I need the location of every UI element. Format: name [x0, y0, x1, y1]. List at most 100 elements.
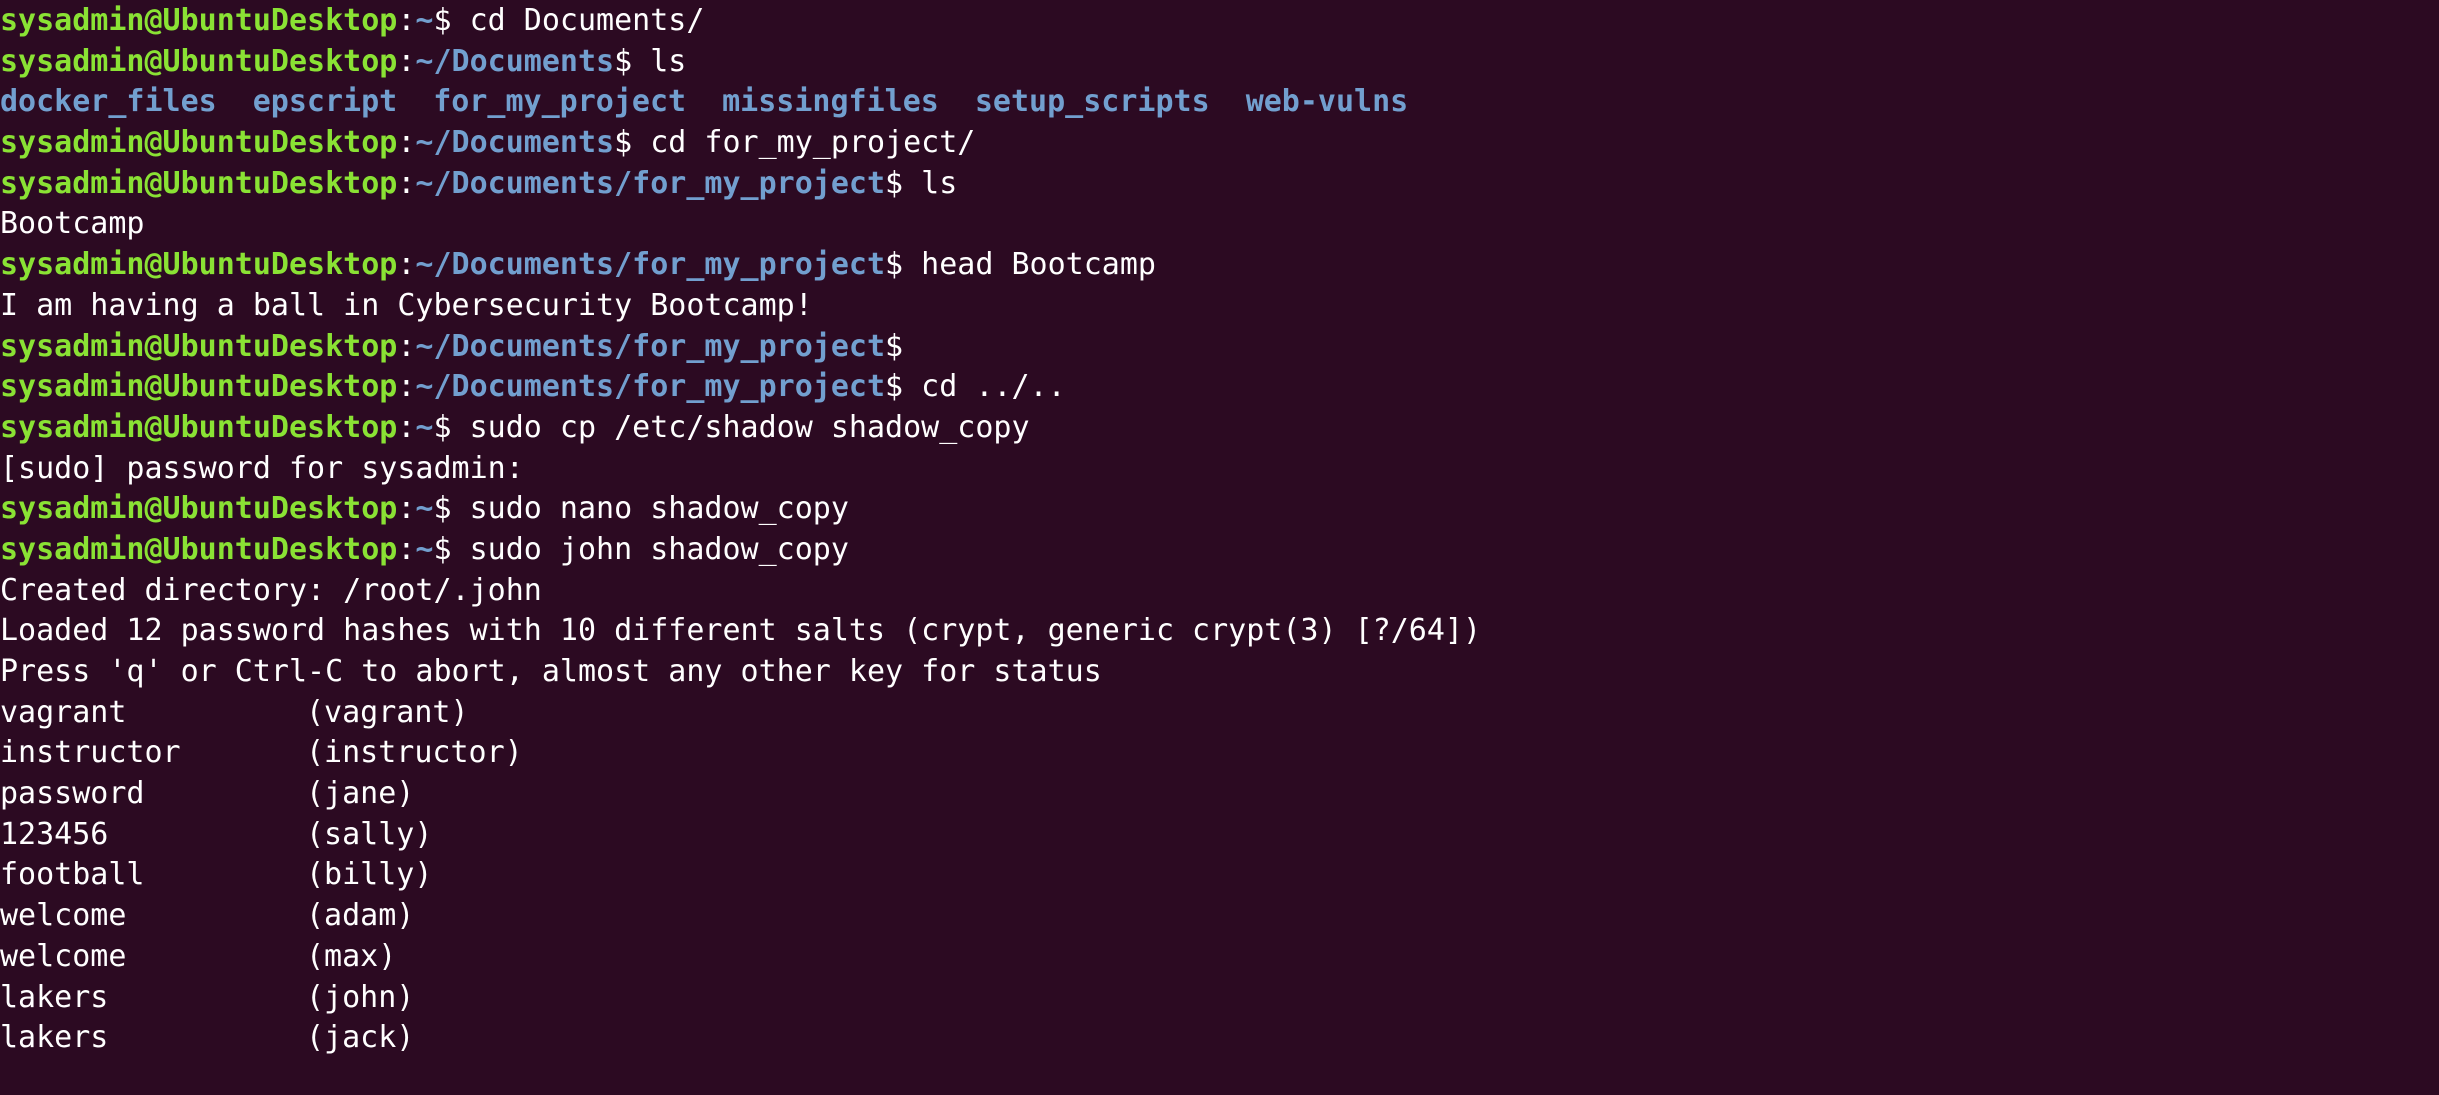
prompt-dollar: $	[433, 491, 452, 527]
output-line: Press 'q' or Ctrl-C to abort, almost any…	[0, 652, 2439, 693]
prompt-user: sysadmin@UbuntuDesktop	[0, 491, 398, 527]
output-text: Bootcamp	[0, 206, 145, 242]
command-text: ls	[903, 165, 958, 201]
prompt-dollar: $	[433, 531, 452, 567]
directory-entry: missingfiles	[722, 84, 939, 120]
prompt-colon: :	[397, 3, 416, 38]
terminal-window[interactable]: sysadmin@UbuntuDesktop:~$ cd Documents/s…	[0, 0, 2439, 1095]
cracked-user: (adam)	[306, 898, 415, 934]
prompt-path: ~/Documents/for_my_project	[415, 328, 886, 364]
prompt-colon: :	[397, 328, 416, 364]
cracked-password: welcome	[0, 938, 127, 974]
prompt-path: ~	[415, 409, 434, 445]
prompt-dollar: $	[885, 165, 904, 201]
cracked-user: (jane)	[306, 776, 415, 812]
prompt-line: sysadmin@UbuntuDesktop:~/Documents$ ls	[0, 42, 2439, 83]
prompt-line: sysadmin@UbuntuDesktop:~/Documents/for_m…	[0, 327, 2439, 368]
output-text: [sudo] password for sysadmin:	[0, 450, 524, 486]
output-line: Created directory: /root/.john	[0, 571, 2439, 612]
prompt-line: sysadmin@UbuntuDesktop:~$ sudo nano shad…	[0, 489, 2439, 530]
command-text: sudo cp /etc/shadow shadow_copy	[451, 409, 1030, 445]
cracked-password-line: vagrant (vagrant)	[0, 693, 2439, 734]
cracked-password-line: football (billy)	[0, 855, 2439, 896]
prompt-line: sysadmin@UbuntuDesktop:~$ sudo john shad…	[0, 530, 2439, 571]
prompt-line: sysadmin@UbuntuDesktop:~/Documents$ cd f…	[0, 123, 2439, 164]
output-line: Loaded 12 password hashes with 10 differ…	[0, 611, 2439, 652]
command-text: sudo nano shadow_copy	[451, 491, 849, 527]
cracked-password: password	[0, 776, 145, 812]
prompt-path: ~/Documents/for_my_project	[415, 165, 886, 201]
prompt-line: sysadmin@UbuntuDesktop:~/Documents/for_m…	[0, 367, 2439, 408]
directory-entry: epscript	[252, 84, 398, 120]
cracked-password-line: lakers (john)	[0, 978, 2439, 1019]
prompt-user: sysadmin@UbuntuDesktop	[0, 247, 398, 283]
prompt-colon: :	[397, 491, 416, 527]
prompt-colon: :	[397, 531, 416, 567]
prompt-user: sysadmin@UbuntuDesktop	[0, 43, 398, 79]
output-text: Loaded 12 password hashes with 10 differ…	[0, 613, 1482, 649]
command-text: ls	[632, 43, 687, 79]
prompt-colon: :	[397, 409, 416, 445]
output-line: [sudo] password for sysadmin:	[0, 449, 2439, 490]
prompt-colon: :	[397, 43, 416, 79]
cracked-password: lakers	[0, 1020, 109, 1056]
prompt-dollar: $	[614, 125, 633, 161]
cracked-password: 123456	[0, 816, 109, 852]
prompt-user: sysadmin@UbuntuDesktop	[0, 369, 398, 405]
prompt-path: ~/Documents/for_my_project	[415, 247, 886, 283]
command-text: head Bootcamp	[903, 247, 1156, 283]
prompt-line: sysadmin@UbuntuDesktop:~$ sudo cp /etc/s…	[0, 408, 2439, 449]
cracked-user: (john)	[306, 979, 415, 1015]
command-text: cd Documents/	[451, 3, 705, 38]
output-line: I am having a ball in Cybersecurity Boot…	[0, 286, 2439, 327]
output-text: Press 'q' or Ctrl-C to abort, almost any…	[0, 654, 1102, 689]
cracked-user: (jack)	[306, 1020, 415, 1056]
prompt-path: ~	[415, 531, 434, 567]
prompt-user: sysadmin@UbuntuDesktop	[0, 531, 398, 567]
directory-entry: setup_scripts	[974, 84, 1210, 120]
prompt-path: ~/Documents	[415, 125, 615, 161]
cracked-user: (sally)	[306, 816, 433, 852]
prompt-user: sysadmin@UbuntuDesktop	[0, 3, 398, 38]
prompt-dollar: $	[885, 328, 904, 364]
cracked-password-line: password (jane)	[0, 774, 2439, 815]
prompt-path: ~	[415, 3, 434, 38]
prompt-path: ~/Documents/for_my_project	[415, 369, 886, 405]
ls-output-line: docker_files epscript for_my_project missin…	[0, 82, 2439, 123]
prompt-user: sysadmin@UbuntuDesktop	[0, 409, 398, 445]
prompt-colon: :	[397, 369, 416, 405]
cracked-password-line: 123456 (sally)	[0, 815, 2439, 856]
cracked-user: (instructor)	[306, 735, 523, 771]
prompt-user: sysadmin@UbuntuDesktop	[0, 165, 398, 201]
prompt-line: sysadmin@UbuntuDesktop:~/Documents/for_m…	[0, 164, 2439, 205]
output-line: Bootcamp	[0, 204, 2439, 245]
command-text: cd for_my_project/	[632, 125, 976, 161]
cracked-password-line: welcome (max)	[0, 937, 2439, 978]
command-text: sudo john shadow_copy	[451, 531, 849, 567]
prompt-line: sysadmin@UbuntuDesktop:~$ cd Documents/	[0, 1, 2439, 42]
cracked-password-line: lakers (jack)	[0, 1018, 2439, 1059]
cracked-password: lakers	[0, 979, 109, 1015]
cracked-password-line: instructor (instructor)	[0, 733, 2439, 774]
prompt-path: ~	[415, 491, 434, 527]
prompt-dollar: $	[885, 247, 904, 283]
directory-entry: for_my_project	[433, 84, 687, 120]
prompt-user: sysadmin@UbuntuDesktop	[0, 328, 398, 364]
cracked-password: vagrant	[0, 694, 127, 730]
command-text: cd ../..	[903, 369, 1066, 405]
prompt-colon: :	[397, 165, 416, 201]
prompt-dollar: $	[433, 409, 452, 445]
directory-entry: web-vulns	[1245, 84, 1409, 120]
cracked-password-line: welcome (adam)	[0, 896, 2439, 937]
cracked-user: (vagrant)	[306, 694, 469, 730]
output-text: I am having a ball in Cybersecurity Boot…	[0, 287, 813, 323]
prompt-user: sysadmin@UbuntuDesktop	[0, 125, 398, 161]
prompt-dollar: $	[433, 3, 452, 38]
prompt-dollar: $	[885, 369, 904, 405]
prompt-line: sysadmin@UbuntuDesktop:~/Documents/for_m…	[0, 245, 2439, 286]
cracked-password: football	[0, 857, 145, 893]
cracked-password: instructor	[0, 735, 181, 771]
cracked-user: (billy)	[306, 857, 433, 893]
prompt-colon: :	[397, 247, 416, 283]
output-text: Created directory: /root/.john	[0, 572, 542, 608]
